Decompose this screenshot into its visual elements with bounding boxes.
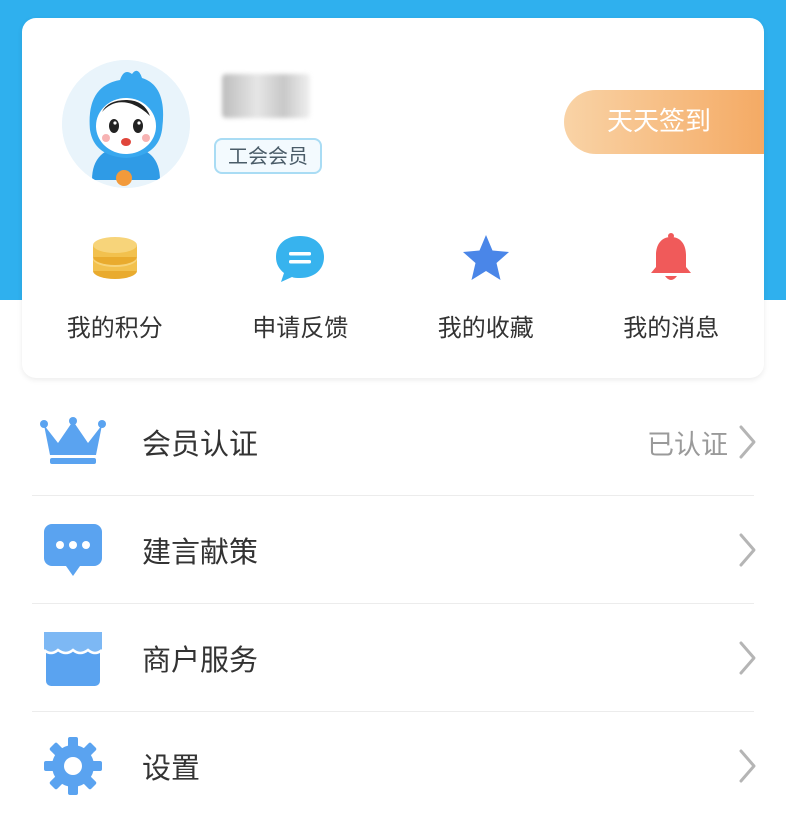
quick-item-label: 我的消息: [623, 314, 720, 342]
quick-item-label: 我的积分: [66, 314, 163, 342]
quick-item-points[interactable]: 我的积分: [22, 230, 208, 350]
quick-item-label: 我的收藏: [437, 314, 534, 342]
menu-item-merchant-services[interactable]: 商户服务: [0, 604, 786, 712]
member-badge: 工会会员: [214, 138, 322, 174]
menu-item-suggestions[interactable]: 建言献策: [0, 496, 786, 604]
star-icon: [458, 230, 514, 286]
gear-icon: [40, 733, 106, 799]
chevron-right-icon: [739, 425, 756, 459]
menu-list: 会员认证 已认证 建言献策 商户服务 设置: [0, 388, 786, 813]
menu-item-label: 会员认证: [142, 427, 259, 461]
bell-icon: [643, 230, 699, 286]
message-icon: [40, 517, 106, 583]
profile-card: 工会会员 天天签到 我的积分 申请反馈 我的收藏 我的消息: [22, 18, 764, 378]
verification-status: 已认证: [647, 429, 728, 461]
quick-item-messages[interactable]: 我的消息: [579, 230, 765, 350]
avatar[interactable]: [62, 60, 190, 188]
chevron-right-icon: [739, 641, 756, 675]
menu-item-label: 商户服务: [142, 643, 259, 677]
crown-icon: [40, 409, 106, 475]
mascot-avatar-icon: [62, 60, 190, 188]
chevron-right-icon: [739, 749, 756, 783]
menu-item-settings[interactable]: 设置: [0, 712, 786, 813]
quick-actions: 我的积分 申请反馈 我的收藏 我的消息: [22, 230, 764, 350]
username-redacted: [222, 74, 310, 118]
chevron-right-icon: [739, 533, 756, 567]
chat-bubble-icon: [272, 230, 328, 286]
menu-item-label: 建言献策: [142, 535, 259, 569]
store-icon: [40, 625, 106, 691]
daily-checkin-button[interactable]: 天天签到: [564, 90, 764, 154]
menu-item-label: 设置: [142, 751, 201, 785]
quick-item-feedback[interactable]: 申请反馈: [208, 230, 394, 350]
menu-item-member-verification[interactable]: 会员认证 已认证: [0, 388, 786, 496]
quick-item-label: 申请反馈: [252, 314, 349, 342]
quick-item-favorites[interactable]: 我的收藏: [393, 230, 579, 350]
coins-icon: [87, 230, 143, 286]
